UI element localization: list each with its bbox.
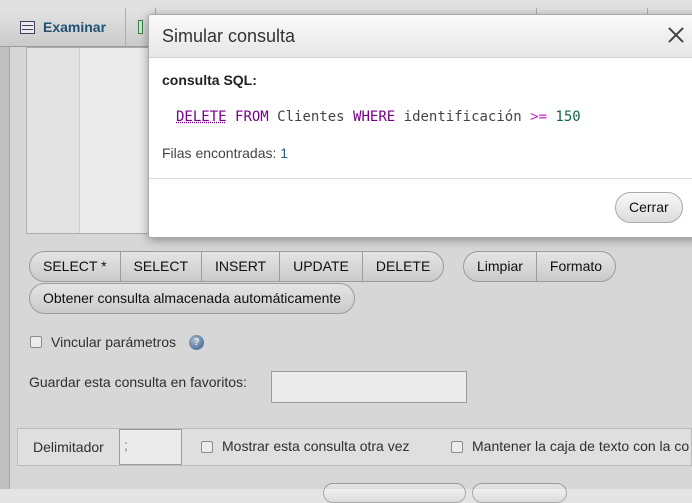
sql-label: consulta SQL: <box>162 72 257 88</box>
dialog-divider <box>149 178 692 179</box>
sql-column: identificación <box>403 109 522 125</box>
sql-keyword-from: FROM <box>235 109 269 125</box>
sql-keyword-where: WHERE <box>353 109 396 125</box>
rows-found: Filas encontradas: 1 <box>162 145 288 161</box>
simulate-query-dialog: Simular consulta consulta SQL: DELETE FR… <box>148 14 692 238</box>
sql-operator: >= <box>530 109 547 125</box>
dialog-header: Simular consulta <box>149 15 692 58</box>
sql-query: DELETE FROM Clientes WHERE identificació… <box>176 109 581 125</box>
rows-found-value: 1 <box>280 145 289 161</box>
sql-keyword-delete: DELETE <box>176 109 227 125</box>
dialog-title: Simular consulta <box>162 26 296 46</box>
rows-found-label: Filas encontradas: <box>162 145 277 161</box>
sql-number: 150 <box>555 109 581 125</box>
close-icon[interactable] <box>666 25 686 45</box>
sql-table: Clientes <box>277 109 345 125</box>
close-button[interactable]: Cerrar <box>615 192 683 223</box>
